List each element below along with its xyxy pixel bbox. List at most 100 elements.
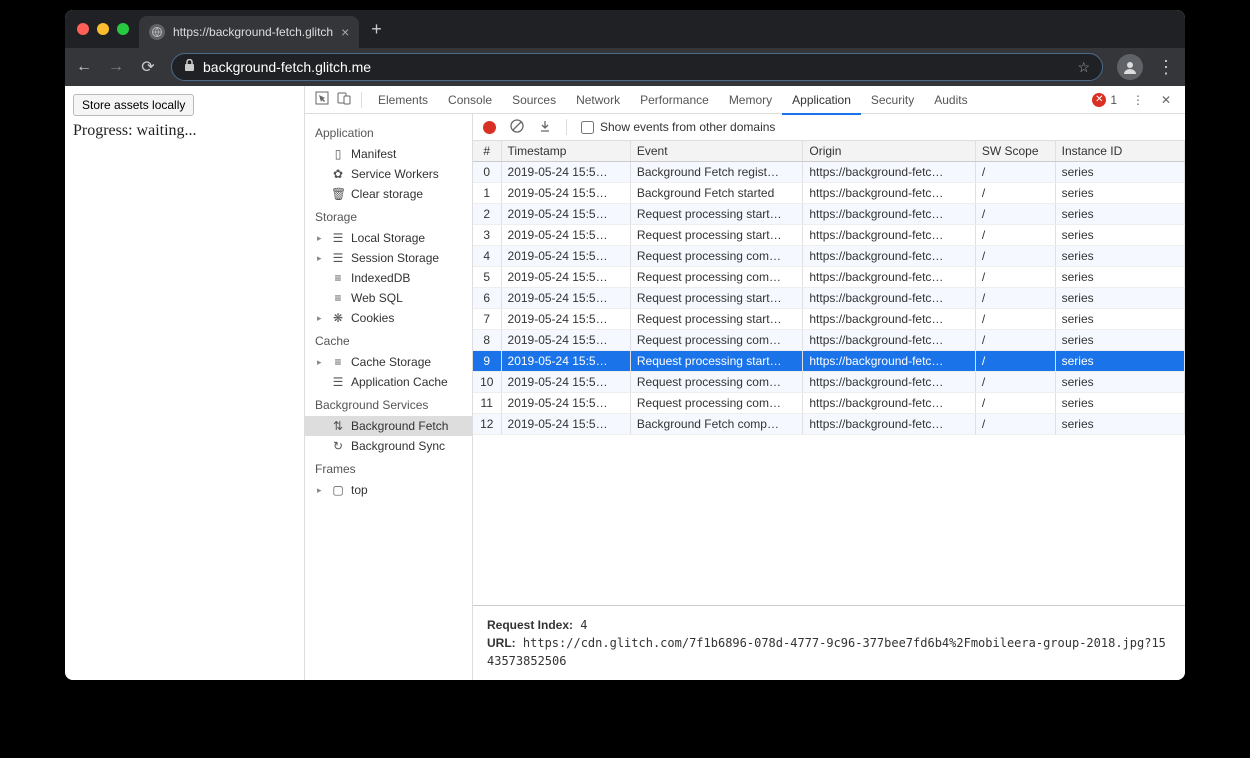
item-icon: ❋ bbox=[331, 311, 345, 325]
back-button[interactable]: ← bbox=[75, 58, 93, 76]
column-header[interactable]: Origin bbox=[803, 141, 975, 162]
devtools-tab-security[interactable]: Security bbox=[861, 87, 924, 113]
sidebar-item-session-storage[interactable]: ▸☰Session Storage bbox=[305, 248, 472, 268]
table-row[interactable]: 72019-05-24 15:5…Request processing star… bbox=[473, 309, 1185, 330]
minimize-window-icon[interactable] bbox=[97, 23, 109, 35]
store-assets-button[interactable]: Store assets locally bbox=[73, 94, 194, 116]
table-cell: https://background-fetc… bbox=[803, 183, 975, 204]
omnibox[interactable]: background-fetch.glitch.me ☆ bbox=[171, 53, 1103, 81]
close-window-icon[interactable] bbox=[77, 23, 89, 35]
sidebar-item-top[interactable]: ▸▢top bbox=[305, 480, 472, 500]
table-row[interactable]: 52019-05-24 15:5…Request processing com…… bbox=[473, 267, 1185, 288]
sidebar-item-cache-storage[interactable]: ▸≡Cache Storage bbox=[305, 352, 472, 372]
sidebar-item-background-fetch[interactable]: ⇅Background Fetch bbox=[305, 416, 472, 436]
sidebar-item-label: Service Workers bbox=[351, 167, 439, 181]
table-row[interactable]: 22019-05-24 15:5…Request processing star… bbox=[473, 204, 1185, 225]
column-header[interactable]: Event bbox=[630, 141, 802, 162]
tab-close-icon[interactable]: × bbox=[341, 24, 349, 40]
table-cell: Request processing com… bbox=[630, 330, 802, 351]
show-other-domains-checkbox[interactable]: Show events from other domains bbox=[581, 120, 775, 134]
devtools-tab-performance[interactable]: Performance bbox=[630, 87, 719, 113]
devtools-menu-icon[interactable]: ⋮ bbox=[1129, 93, 1147, 107]
table-cell: 10 bbox=[473, 372, 501, 393]
table-row[interactable]: 102019-05-24 15:5…Request processing com… bbox=[473, 372, 1185, 393]
sidebar-item-web-sql[interactable]: ≡ Web SQL bbox=[305, 288, 472, 308]
column-header[interactable]: Timestamp bbox=[501, 141, 630, 162]
table-cell: Request processing start… bbox=[630, 288, 802, 309]
sidebar-item-background-sync[interactable]: ↻Background Sync bbox=[305, 436, 472, 456]
device-icon[interactable] bbox=[335, 91, 353, 108]
reload-button[interactable]: ⟳ bbox=[139, 57, 157, 77]
profile-avatar[interactable] bbox=[1117, 54, 1143, 80]
browser-menu-icon[interactable]: ⋮ bbox=[1157, 57, 1175, 78]
table-cell: / bbox=[975, 267, 1055, 288]
table-cell: https://background-fetc… bbox=[803, 309, 975, 330]
sidebar-item-service-workers[interactable]: ✿Service Workers bbox=[305, 164, 472, 184]
table-cell: Request processing start… bbox=[630, 225, 802, 246]
table-cell: https://background-fetc… bbox=[803, 351, 975, 372]
table-cell: Request processing start… bbox=[630, 309, 802, 330]
chevron-right-icon: ▸ bbox=[317, 485, 325, 496]
sidebar-item-application-cache[interactable]: ☰Application Cache bbox=[305, 372, 472, 392]
table-cell: 2019-05-24 15:5… bbox=[501, 246, 630, 267]
tab-title: https://background-fetch.glitch bbox=[173, 25, 333, 39]
table-cell: https://background-fetc… bbox=[803, 372, 975, 393]
table-row[interactable]: 82019-05-24 15:5…Request processing com…… bbox=[473, 330, 1185, 351]
table-row[interactable]: 42019-05-24 15:5…Request processing com…… bbox=[473, 246, 1185, 267]
forward-button[interactable]: → bbox=[107, 58, 125, 76]
table-row[interactable]: 112019-05-24 15:5…Request processing com… bbox=[473, 393, 1185, 414]
bookmark-icon[interactable]: ☆ bbox=[1077, 59, 1090, 76]
table-cell: / bbox=[975, 309, 1055, 330]
clear-icon[interactable] bbox=[510, 119, 524, 136]
devtools-tab-sources[interactable]: Sources bbox=[502, 87, 566, 113]
column-header[interactable]: # bbox=[473, 141, 501, 162]
table-cell: Request processing com… bbox=[630, 393, 802, 414]
column-header[interactable]: SW Scope bbox=[975, 141, 1055, 162]
new-tab-button[interactable]: + bbox=[371, 19, 382, 40]
checkbox-input[interactable] bbox=[581, 121, 594, 134]
table-cell: 2 bbox=[473, 204, 501, 225]
table-cell: series bbox=[1055, 204, 1184, 225]
download-icon[interactable] bbox=[538, 119, 552, 136]
table-row[interactable]: 12019-05-24 15:5…Background Fetch starte… bbox=[473, 183, 1185, 204]
browser-window: https://background-fetch.glitch × + ← → … bbox=[65, 10, 1185, 680]
devtools-tab-memory[interactable]: Memory bbox=[719, 87, 782, 113]
sidebar-item-clear-storage[interactable]: 🗑Clear storage bbox=[305, 184, 472, 204]
sidebar-item-manifest[interactable]: ▯Manifest bbox=[305, 144, 472, 164]
request-index-label: Request Index: bbox=[487, 618, 573, 632]
record-button[interactable] bbox=[483, 121, 496, 134]
sidebar-item-local-storage[interactable]: ▸☰Local Storage bbox=[305, 228, 472, 248]
sidebar-item-label: Web SQL bbox=[351, 291, 403, 305]
table-row[interactable]: 32019-05-24 15:5…Request processing star… bbox=[473, 225, 1185, 246]
table-cell: 1 bbox=[473, 183, 501, 204]
titlebar: https://background-fetch.glitch × + bbox=[65, 10, 1185, 48]
sidebar-item-indexeddb[interactable]: ≡IndexedDB bbox=[305, 268, 472, 288]
table-row[interactable]: 122019-05-24 15:5…Background Fetch comp…… bbox=[473, 414, 1185, 435]
devtools-tab-elements[interactable]: Elements bbox=[368, 87, 438, 113]
devtools-tab-application[interactable]: Application bbox=[782, 87, 861, 115]
devtools-tab-network[interactable]: Network bbox=[566, 87, 630, 113]
item-icon: ☰ bbox=[331, 231, 345, 245]
error-indicator[interactable]: ✕ 1 bbox=[1092, 93, 1117, 107]
table-cell: Background Fetch started bbox=[630, 183, 802, 204]
table-cell: / bbox=[975, 330, 1055, 351]
sidebar-section-heading: Cache bbox=[305, 328, 472, 352]
table-row[interactable]: 92019-05-24 15:5…Request processing star… bbox=[473, 351, 1185, 372]
devtools-close-icon[interactable]: ✕ bbox=[1157, 93, 1175, 107]
devtools-tab-audits[interactable]: Audits bbox=[924, 87, 977, 113]
item-icon: ≡ bbox=[331, 291, 345, 305]
table-cell: / bbox=[975, 225, 1055, 246]
sidebar-item-label: Cookies bbox=[351, 311, 394, 325]
table-cell: 2019-05-24 15:5… bbox=[501, 162, 630, 183]
table-row[interactable]: 02019-05-24 15:5…Background Fetch regist… bbox=[473, 162, 1185, 183]
column-header[interactable]: Instance ID bbox=[1055, 141, 1184, 162]
devtools-tab-console[interactable]: Console bbox=[438, 87, 502, 113]
maximize-window-icon[interactable] bbox=[117, 23, 129, 35]
table-cell: / bbox=[975, 351, 1055, 372]
content-area: Store assets locally Progress: waiting..… bbox=[65, 86, 1185, 680]
table-cell: series bbox=[1055, 330, 1184, 351]
inspect-icon[interactable] bbox=[313, 91, 331, 108]
browser-tab[interactable]: https://background-fetch.glitch × bbox=[139, 16, 359, 48]
sidebar-item-cookies[interactable]: ▸❋Cookies bbox=[305, 308, 472, 328]
table-row[interactable]: 62019-05-24 15:5…Request processing star… bbox=[473, 288, 1185, 309]
